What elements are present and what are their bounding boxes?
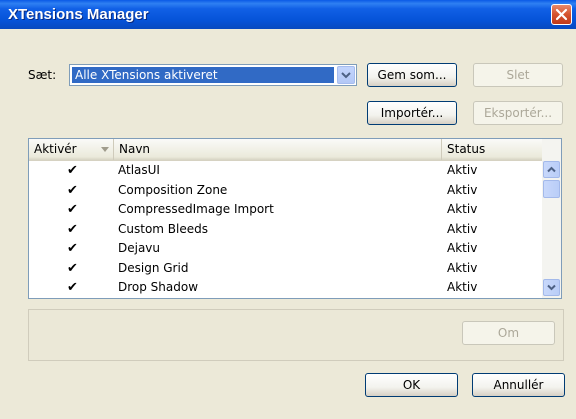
title-bar[interactable]: XTensions Manager: [0, 0, 576, 29]
extension-name: Design Grid: [118, 260, 189, 275]
set-dropdown[interactable]: Alle XTensions aktiveret: [69, 64, 357, 86]
export-button[interactable]: Eksportér...: [473, 101, 563, 125]
list-row[interactable]: ✔ Custom Bleeds Aktiv: [29, 220, 542, 240]
column-header-name-label: Navn: [119, 142, 151, 156]
extension-name: Composition Zone: [118, 182, 228, 197]
import-button[interactable]: Importér...: [367, 101, 457, 125]
column-header-status-label: Status: [447, 142, 486, 156]
ok-button[interactable]: OK: [365, 373, 458, 397]
list-row[interactable]: ✔ Design Grid Aktiv: [29, 259, 542, 279]
list-row[interactable]: ✔ AtlasUI Aktiv: [29, 161, 542, 181]
window-title: XTensions Manager: [8, 6, 149, 23]
set-dropdown-value: Alle XTensions aktiveret: [72, 67, 334, 83]
extension-status: Aktiv: [447, 221, 478, 236]
scrollbar-thumb[interactable]: [543, 180, 560, 198]
enabled-check[interactable]: ✔: [67, 220, 78, 239]
cancel-button[interactable]: Annullér: [472, 373, 565, 397]
extension-status: Aktiv: [447, 163, 478, 177]
delete-button[interactable]: Slet: [473, 63, 563, 87]
vertical-scrollbar[interactable]: [542, 139, 561, 298]
column-header-enable[interactable]: Aktivér: [29, 139, 114, 160]
save-as-button[interactable]: Gem som...: [367, 63, 457, 87]
list-row[interactable]: ✔ CompressedImage Import Aktiv: [29, 200, 542, 220]
enabled-check[interactable]: ✔: [67, 181, 78, 200]
info-panel: Om: [28, 309, 564, 361]
extension-status: Aktiv: [447, 280, 478, 294]
extension-name: AtlasUI: [118, 163, 160, 177]
extension-status: Aktiv: [447, 241, 478, 255]
extension-status: Aktiv: [447, 202, 478, 216]
chevron-up-icon: [547, 166, 556, 173]
chevron-down-icon: [547, 284, 556, 291]
list-row[interactable]: ✔ Composition Zone Aktiv: [29, 181, 542, 201]
enabled-check[interactable]: ✔: [67, 200, 78, 219]
extension-name: CompressedImage Import: [118, 202, 274, 216]
extension-name: Dejavu: [118, 241, 161, 255]
list-header: Aktivér Navn Status: [29, 139, 542, 161]
set-label: Sæt:: [28, 68, 57, 82]
extension-name: Custom Bleeds: [118, 221, 208, 236]
column-header-status[interactable]: Status: [442, 139, 542, 160]
scroll-up-button[interactable]: [543, 161, 560, 178]
list-rows: ✔ AtlasUI Aktiv ✔ Composition Zone Aktiv…: [29, 161, 542, 298]
sort-down-icon: [101, 147, 109, 152]
scroll-down-button[interactable]: [543, 279, 560, 296]
enabled-check[interactable]: ✔: [67, 259, 78, 278]
extension-name: Drop Shadow: [118, 280, 199, 294]
close-icon: [555, 8, 568, 21]
xtensions-list[interactable]: Aktivér Navn Status ✔ AtlasUI Aktiv ✔ Co…: [28, 138, 562, 299]
chevron-down-icon: [341, 72, 351, 79]
enabled-check[interactable]: ✔: [67, 161, 78, 180]
column-header-enable-label: Aktivér: [34, 142, 77, 156]
column-header-name[interactable]: Navn: [114, 139, 442, 160]
about-button[interactable]: Om: [462, 321, 555, 345]
enabled-check[interactable]: ✔: [67, 278, 78, 297]
list-row[interactable]: ✔ Dejavu Aktiv: [29, 239, 542, 259]
xtensions-manager-dialog: XTensions Manager Sæt: Alle XTensions ak…: [0, 0, 576, 419]
set-dropdown-arrow[interactable]: [337, 66, 355, 84]
list-row[interactable]: ✔ Drop Shadow Aktiv: [29, 278, 542, 298]
close-button[interactable]: [551, 4, 572, 25]
extension-status: Aktiv: [447, 260, 478, 275]
extension-status: Aktiv: [447, 182, 478, 197]
enabled-check[interactable]: ✔: [67, 239, 78, 258]
